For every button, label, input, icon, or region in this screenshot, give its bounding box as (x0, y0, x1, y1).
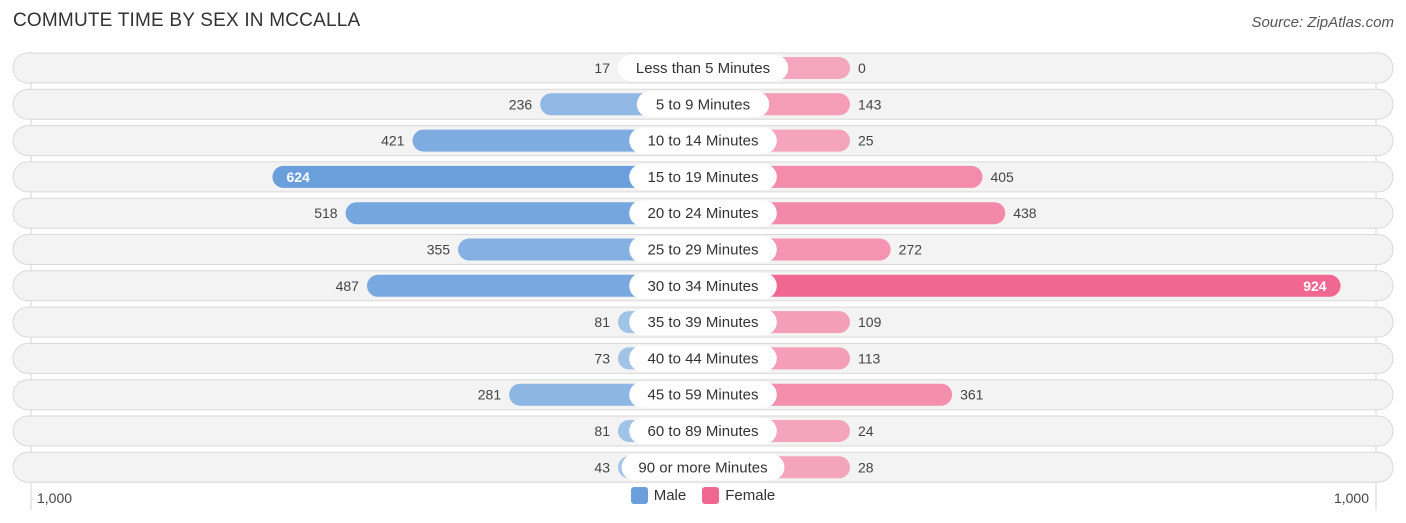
value-label-male: 518 (314, 205, 338, 221)
bar-female[interactable] (683, 274, 1341, 297)
value-label-female: 109 (858, 314, 882, 330)
legend-swatch-male (630, 487, 648, 504)
category-label: 20 to 24 Minutes (648, 205, 759, 222)
value-label-female: 924 (1303, 278, 1327, 294)
value-label-male: 487 (336, 278, 360, 294)
legend: Male Female (0, 487, 1406, 504)
value-label-male: 73 (594, 350, 610, 366)
value-label-female: 113 (858, 350, 881, 366)
value-label-female: 438 (1013, 205, 1037, 221)
value-label-female: 143 (858, 96, 882, 112)
value-label-male: 81 (594, 314, 610, 330)
value-label-female: 272 (899, 242, 923, 258)
value-label-male: 236 (509, 96, 533, 112)
value-label-female: 25 (858, 133, 874, 149)
value-label-female: 405 (990, 169, 1014, 185)
category-label: 5 to 9 Minutes (656, 96, 750, 113)
category-label: 60 to 89 Minutes (648, 423, 759, 440)
category-label: 15 to 19 Minutes (648, 169, 759, 186)
legend-label-male: Male (653, 487, 687, 504)
legend-item-male[interactable]: Male (630, 487, 687, 504)
category-label: Less than 5 Minutes (636, 60, 770, 77)
category-label: 90 or more Minutes (638, 459, 767, 476)
category-label: 35 to 39 Minutes (648, 314, 759, 331)
value-label-female: 28 (858, 459, 874, 475)
value-label-male: 281 (478, 387, 502, 403)
value-label-female: 361 (960, 387, 984, 403)
value-label-female: 0 (858, 60, 866, 76)
value-label-male: 355 (427, 242, 451, 258)
category-label: 30 to 34 Minutes (648, 278, 759, 295)
category-label: 10 to 14 Minutes (648, 133, 759, 150)
category-label: 45 to 59 Minutes (648, 387, 759, 404)
legend-label-female: Female (725, 487, 776, 504)
value-label-female: 24 (858, 423, 874, 439)
value-label-male: 624 (286, 169, 310, 185)
legend-swatch-female (702, 487, 720, 504)
chart-area: 17 0 Less than 5 Minutes 236 143 5 to 9 Minut… (12, 52, 1394, 510)
category-label: 25 to 29 Minutes (648, 242, 759, 259)
legend-item-female[interactable]: Female (702, 487, 775, 504)
value-label-male: 17 (594, 60, 610, 76)
value-label-male: 43 (594, 459, 610, 475)
value-label-male: 421 (381, 133, 405, 149)
category-label: 40 to 44 Minutes (648, 350, 759, 367)
value-label-male: 81 (594, 423, 610, 439)
